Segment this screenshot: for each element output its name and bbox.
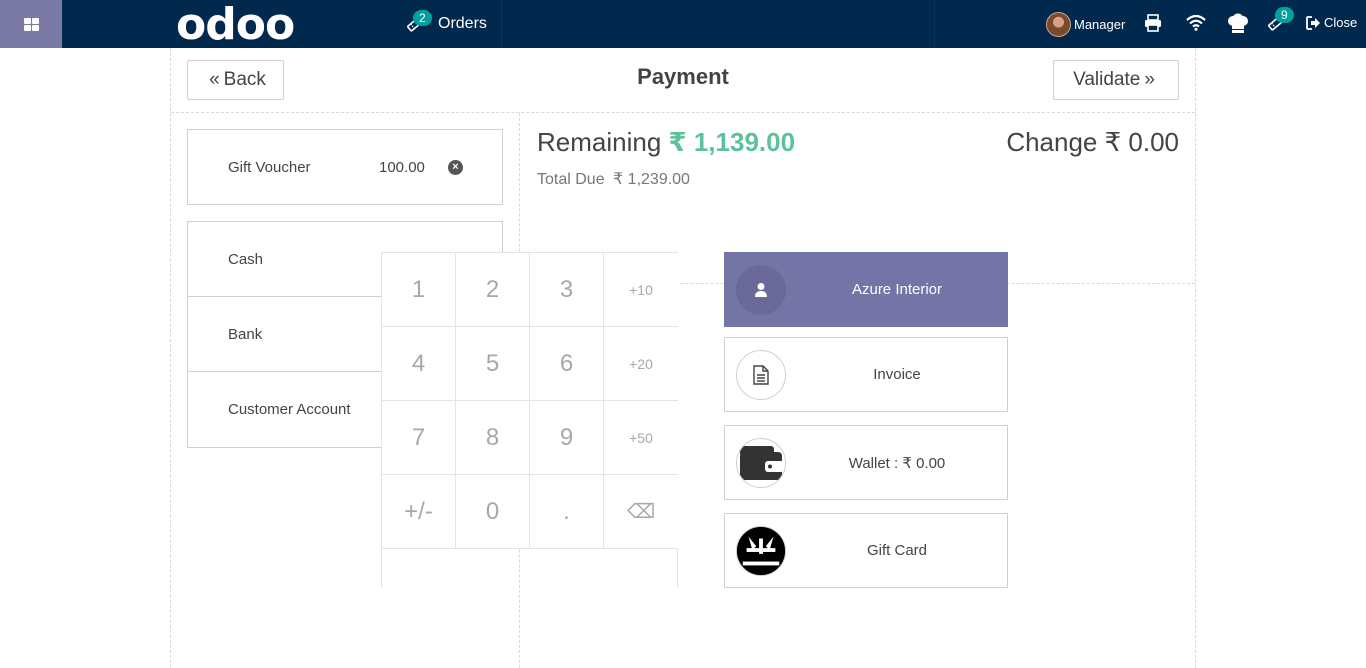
apps-menu-button[interactable] <box>0 0 62 48</box>
topbar-divider <box>934 0 935 48</box>
orders-button[interactable]: 2 Orders <box>398 0 502 48</box>
chef-hat-icon[interactable] <box>1227 13 1249 34</box>
odoo-logo: odoo <box>176 0 295 50</box>
gift-card-label: Gift Card <box>866 542 927 559</box>
change-value: ₹ 0.00 <box>1104 127 1179 157</box>
backspace-icon[interactable]: ⌫ <box>604 475 678 549</box>
numpad-key-5[interactable]: 5 <box>456 327 530 401</box>
numpad-key-plus-minus[interactable]: +/- <box>382 475 456 549</box>
cashier-selector[interactable]: Manager <box>1046 12 1125 37</box>
numpad-key-2[interactable]: 2 <box>456 253 530 327</box>
double-chevron-right-icon: » <box>1144 69 1155 90</box>
numpad-key-6[interactable]: 6 <box>530 327 604 401</box>
validate-button[interactable]: Validate » <box>1053 60 1179 100</box>
wallet-button[interactable]: Wallet : ₹ 0.00 <box>724 425 1008 500</box>
numpad-key-decimal[interactable]: . <box>530 475 604 549</box>
paymentline-amount: 100.00 <box>379 159 425 176</box>
total-due: Total Due ₹ 1,239.00 <box>537 169 690 189</box>
remove-paymentline-icon[interactable]: × <box>448 160 463 175</box>
numpad: 1 2 3 +10 4 5 6 +20 7 8 9 +50 +/- 0 . ⌫ <box>381 252 678 588</box>
orders-count-badge: 2 <box>413 10 432 26</box>
numpad-key-8[interactable]: 8 <box>456 401 530 475</box>
numpad-key-9[interactable]: 9 <box>530 401 604 475</box>
remaining-label: Remaining <box>537 127 662 157</box>
payment-screen: « Back Payment Validate » Gift Voucher 1… <box>170 48 1196 668</box>
numpad-key-plus-10[interactable]: +10 <box>604 253 678 327</box>
cashier-name: Manager <box>1074 17 1126 32</box>
wallet-label: Wallet : ₹ 0.00 <box>848 455 946 472</box>
user-icon <box>736 265 786 315</box>
invoice-label: Invoice <box>873 366 921 383</box>
numpad-key-4[interactable]: 4 <box>382 327 456 401</box>
numpad-key-0[interactable]: 0 <box>456 475 530 549</box>
change-amount: Change ₹ 0.00 <box>1006 127 1179 158</box>
paymentline-name: Gift Voucher <box>228 159 311 176</box>
change-label: Change <box>1006 127 1098 157</box>
remaining-value: ₹ 1,139.00 <box>668 127 796 157</box>
total-due-label: Total Due <box>537 171 605 188</box>
numpad-key-1[interactable]: 1 <box>382 253 456 327</box>
validate-label: Validate <box>1073 69 1141 90</box>
numpad-key-plus-20[interactable]: +20 <box>604 327 678 401</box>
total-due-value: ₹ 1,239.00 <box>613 171 690 188</box>
wallet-icon <box>736 438 786 488</box>
printer-icon[interactable] <box>1144 14 1162 32</box>
payment-header: « Back Payment Validate » <box>171 48 1195 113</box>
gift-card-button[interactable]: Gift Card <box>724 513 1008 588</box>
wifi-icon[interactable] <box>1186 15 1206 31</box>
paymentline[interactable]: Gift Voucher 100.00 × <box>187 129 503 205</box>
sign-out-icon <box>1306 15 1320 30</box>
sync-count-badge: 9 <box>1275 7 1294 23</box>
invoice-button[interactable]: Invoice <box>724 337 1008 412</box>
numpad-key-3[interactable]: 3 <box>530 253 604 327</box>
numpad-key-7[interactable]: 7 <box>382 401 456 475</box>
file-text-icon <box>736 350 786 400</box>
numpad-key-plus-50[interactable]: +50 <box>604 401 678 475</box>
avatar <box>1046 12 1071 37</box>
close-label: Close <box>1324 15 1358 30</box>
top-bar: odoo 2 Orders Manager 9 Close <box>0 0 1366 50</box>
gift-card-icon <box>736 526 786 576</box>
orders-label: Orders <box>438 15 487 32</box>
customer-name: Azure Interior <box>851 281 943 298</box>
customer-button[interactable]: Azure Interior <box>724 252 1008 327</box>
apps-grid-icon <box>23 17 39 31</box>
close-button[interactable]: Close <box>1306 15 1357 30</box>
remaining-amount: Remaining ₹ 1,139.00 <box>537 127 795 158</box>
page-title: Payment <box>637 64 729 89</box>
